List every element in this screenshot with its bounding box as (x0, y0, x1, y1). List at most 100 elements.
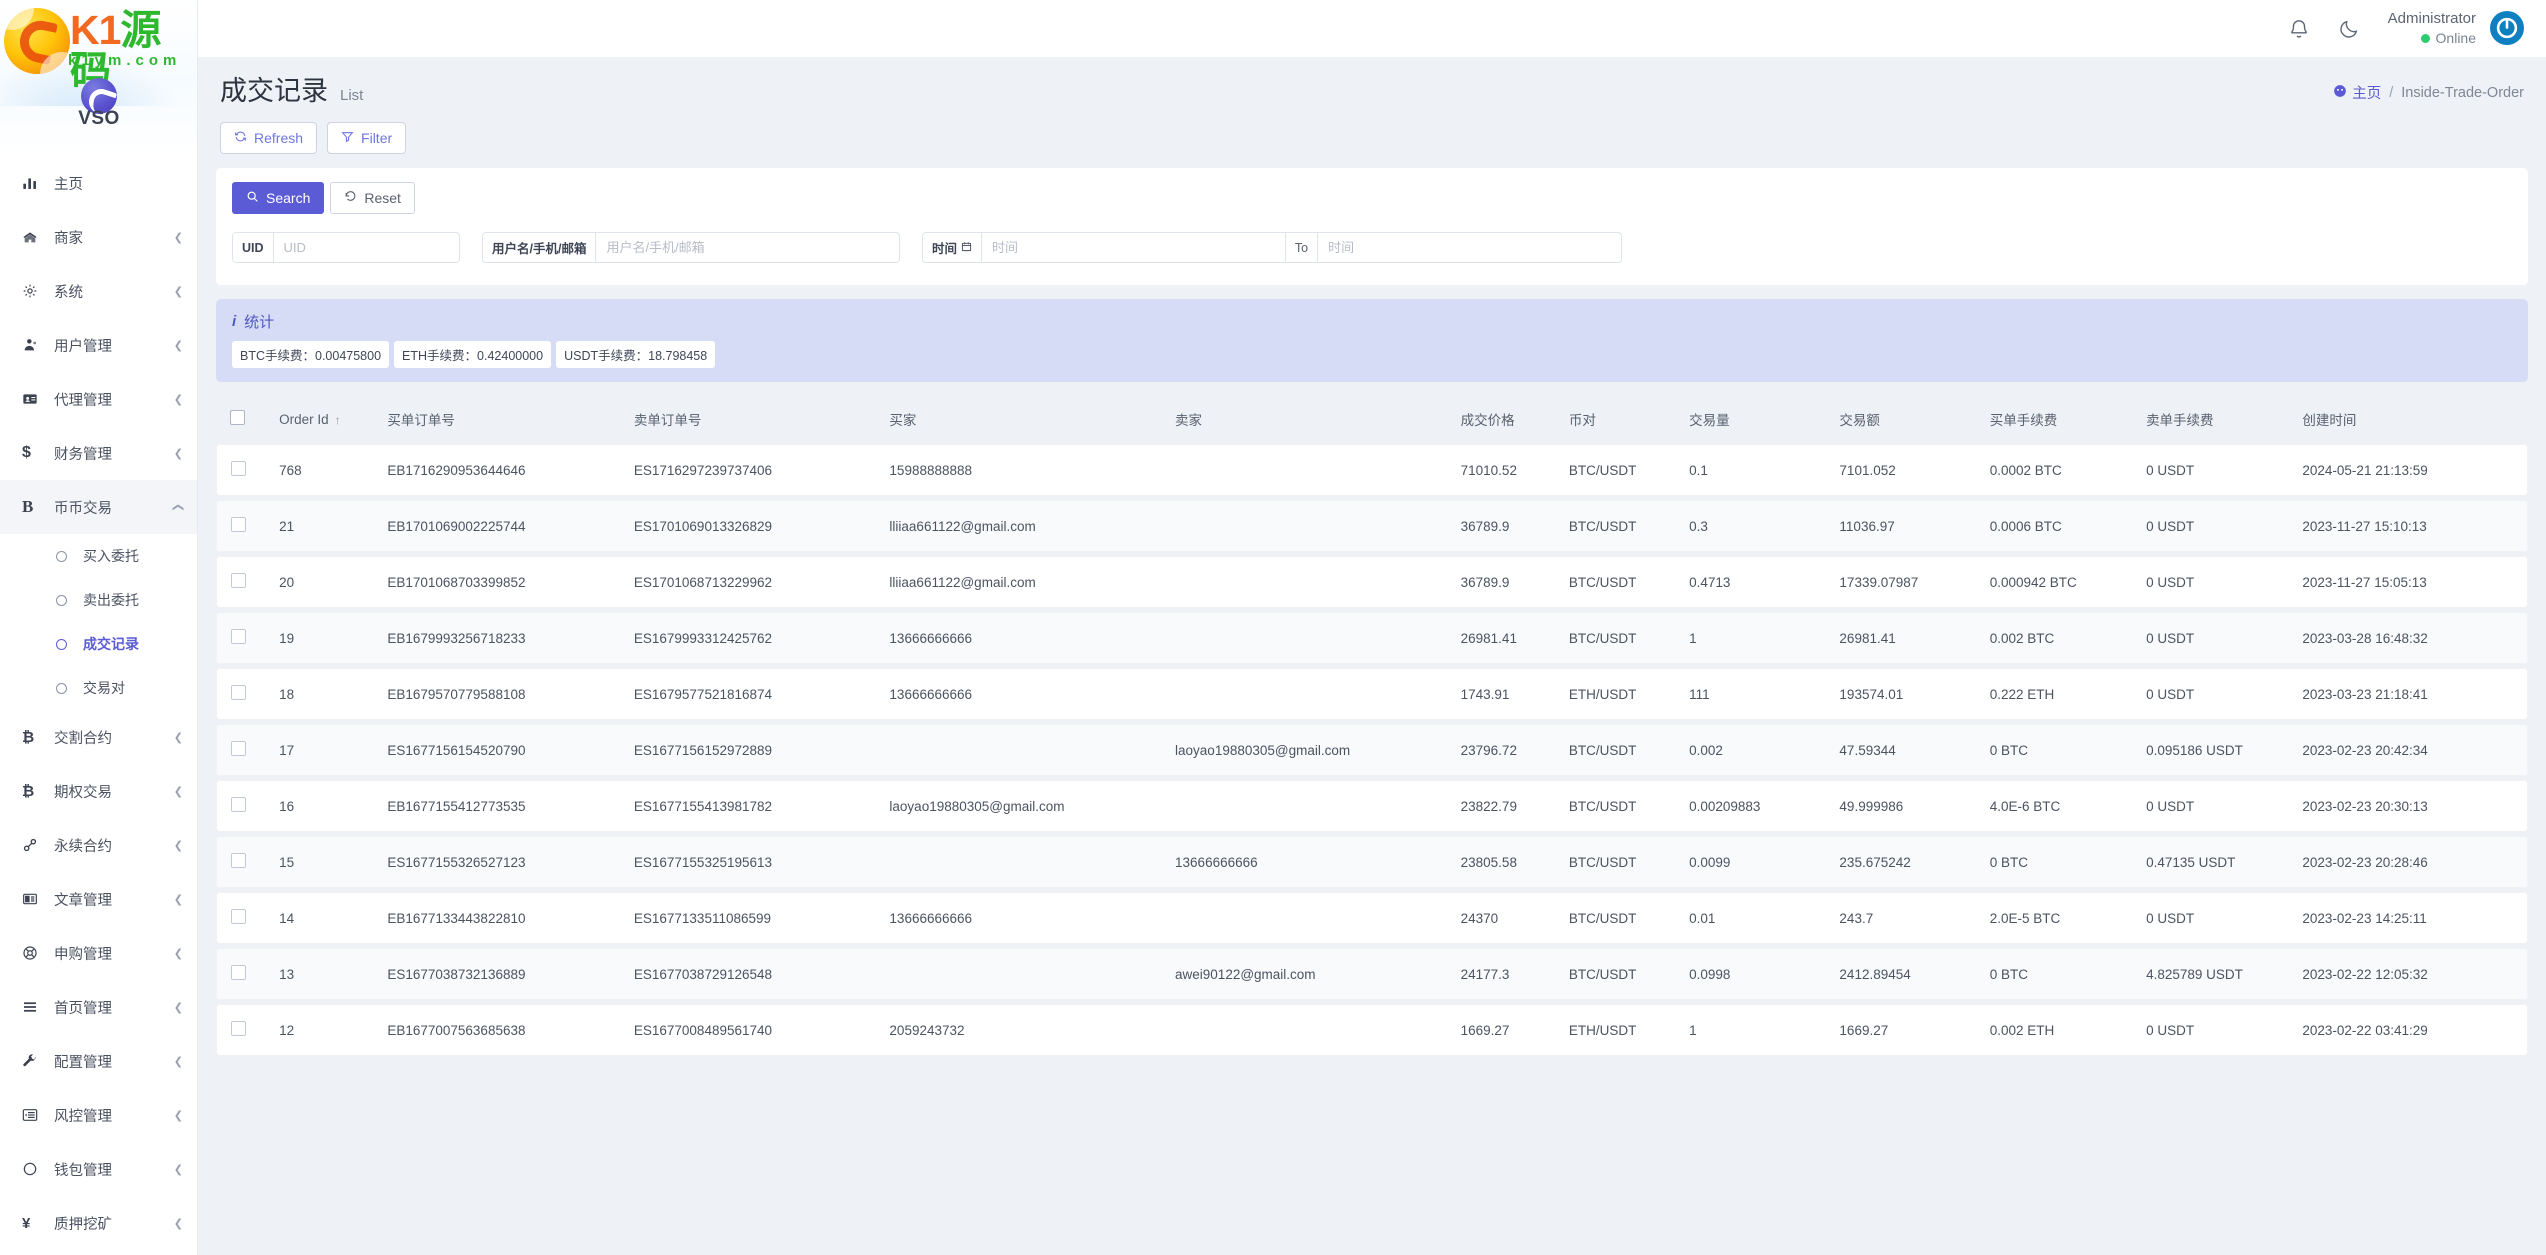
table-row[interactable]: 768EB1716290953644646ES17162972397374061… (216, 444, 2528, 496)
filter-button[interactable]: Filter (327, 122, 406, 154)
user-menu[interactable]: Administrator Online (2388, 9, 2524, 48)
page-title: 成交记录 (220, 69, 328, 108)
row-checkbox[interactable] (231, 573, 246, 588)
sidebar-item-home[interactable]: 主页 (0, 156, 197, 210)
username-input[interactable] (596, 233, 899, 262)
cell-volume: 0.0998 (1689, 948, 1839, 1000)
bell-icon[interactable] (2288, 18, 2310, 40)
table-row[interactable]: 17ES1677156154520790ES1677156152972889la… (216, 724, 2528, 776)
sidebar-item-subscription-management[interactable]: 申购管理 ❮ (0, 926, 197, 980)
sidebar-item-perpetual-contract[interactable]: 永续合约 ❮ (0, 818, 197, 872)
column-order-id[interactable]: Order Id ↑ (279, 400, 387, 440)
column-label: 交易量 (1689, 413, 1730, 428)
sidebar-item-article-management[interactable]: 文章管理 ❮ (0, 872, 197, 926)
cell-created-time: 2023-03-23 21:18:41 (2302, 668, 2528, 720)
cell-buy-fee: 0.000942 BTC (1990, 556, 2146, 608)
sidebar-item-homepage-management[interactable]: 首页管理 ❮ (0, 980, 197, 1034)
cell-sell-order-no: ES1677038729126548 (634, 948, 890, 1000)
reset-button[interactable]: Reset (330, 182, 415, 214)
cell-buy-order-no: EB1677133443822810 (387, 892, 634, 944)
cell-pair: ETH/USDT (1569, 668, 1689, 720)
sidebar-item-option-trade[interactable]: ₿ 期权交易 ❮ (0, 764, 197, 818)
cell-buy-order-no: ES1677155326527123 (387, 836, 634, 888)
sidebar-item-label: 币币交易 (54, 497, 112, 518)
row-checkbox[interactable] (231, 1021, 246, 1036)
sidebar-item-finance-management[interactable]: $ 财务管理 ❮ (0, 426, 197, 480)
table-row[interactable]: 19EB1679993256718233ES167999331242576213… (216, 612, 2528, 664)
row-checkbox[interactable] (231, 965, 246, 980)
sidebar-item-agent-management[interactable]: 代理管理 ❮ (0, 372, 197, 426)
sidebar-subitem-trading-pair[interactable]: 交易对 (0, 666, 197, 710)
store-icon (22, 229, 44, 245)
chevron-right-icon: ❮ (174, 1001, 183, 1014)
cell-seller (1175, 892, 1461, 944)
sidebar-item-staking-mining[interactable]: ¥ 质押挖矿 ❮ (0, 1196, 197, 1250)
cell-volume: 0.00209883 (1689, 780, 1839, 832)
sidebar-item-config-management[interactable]: 配置管理 ❮ (0, 1034, 197, 1088)
username-field[interactable]: 用户名/手机/邮箱 (482, 232, 900, 263)
sidebar-item-delivery-contract[interactable]: ₿ 交割合约 ❮ (0, 710, 197, 764)
table-row[interactable]: 12EB1677007563685638ES167700848956174020… (216, 1004, 2528, 1056)
sidebar-item-system[interactable]: 系统 ❮ (0, 264, 197, 318)
filter-fields: UID 用户名/手机/邮箱 时间 To (232, 232, 2512, 263)
row-checkbox[interactable] (231, 517, 246, 532)
sidebar-subitem-trade-record[interactable]: 成交记录 (0, 622, 197, 666)
cell-sell-fee: 0 USDT (2146, 892, 2302, 944)
cell-sell-order-no: ES1677133511086599 (634, 892, 890, 944)
uid-input[interactable] (274, 233, 459, 262)
column-buy-fee: 买单手续费 (1990, 400, 2146, 440)
sidebar-item-user-management[interactable]: 用户管理 ❮ (0, 318, 197, 372)
row-checkbox[interactable] (231, 461, 246, 476)
search-button[interactable]: Search (232, 182, 324, 214)
refresh-button[interactable]: Refresh (220, 122, 317, 154)
uid-field[interactable]: UID (232, 232, 460, 263)
cell-sell-fee: 0 USDT (2146, 444, 2302, 496)
main-content: 成交记录 List 主页 / Inside-Trade-Order Refres… (198, 57, 2546, 1255)
sidebar-subitem-buy-order[interactable]: 买入委托 (0, 534, 197, 578)
cell-price: 36789.9 (1461, 500, 1569, 552)
sidebar-item-coin-trade[interactable]: B 币币交易 ❮ (0, 480, 197, 534)
sidebar-item-label: 主页 (54, 173, 83, 194)
sidebar-item-risk-management[interactable]: 风控管理 ❮ (0, 1088, 197, 1142)
table-row[interactable]: 15ES1677155326527123ES167715532519561313… (216, 836, 2528, 888)
column-label: 买单手续费 (1990, 413, 2058, 428)
table-row[interactable]: 20EB1701068703399852ES1701068713229962ll… (216, 556, 2528, 608)
cell-volume: 0.0099 (1689, 836, 1839, 888)
moon-icon[interactable] (2338, 18, 2360, 40)
select-all-checkbox[interactable] (230, 410, 245, 425)
calendar-icon (961, 241, 972, 255)
row-checkbox[interactable] (231, 909, 246, 924)
brand-logo[interactable]: K1源码 k1ym.com VSO (0, 0, 198, 152)
row-checkbox[interactable] (231, 685, 246, 700)
table-row[interactable]: 21EB1701069002225744ES1701069013326829ll… (216, 500, 2528, 552)
sort-asc-icon[interactable]: ↑ (335, 413, 341, 427)
sidebar-item-label: 申购管理 (54, 943, 112, 964)
time-range-field[interactable]: 时间 To (922, 232, 1622, 263)
table-row[interactable]: 16EB1677155412773535ES1677155413981782la… (216, 780, 2528, 832)
filter-label: Filter (361, 130, 392, 146)
column-label: Order Id (279, 412, 329, 427)
username-label: 用户名/手机/邮箱 (483, 233, 596, 262)
statistics-banner: i 统计 BTC手续费：0.00475800 ETH手续费：0.42400000… (216, 299, 2528, 382)
table-row[interactable]: 18EB1679570779588108ES167957752181687413… (216, 668, 2528, 720)
cell-buy-fee: 2.0E-5 BTC (1990, 892, 2146, 944)
sidebar-item-merchant[interactable]: 商家 ❮ (0, 210, 197, 264)
table-row[interactable]: 13ES1677038732136889ES1677038729126548aw… (216, 948, 2528, 1000)
avatar[interactable] (2490, 11, 2524, 45)
table-row[interactable]: 14EB1677133443822810ES167713351108659913… (216, 892, 2528, 944)
time-to-input[interactable] (1318, 233, 1621, 262)
cell-order-id: 15 (279, 836, 387, 888)
row-checkbox[interactable] (231, 797, 246, 812)
stat-tag-eth-fee: ETH手续费：0.42400000 (394, 341, 551, 368)
sidebar-subitem-sell-order[interactable]: 卖出委托 (0, 578, 197, 622)
time-from-input[interactable] (982, 233, 1285, 262)
cell-buy-fee: 0.222 ETH (1990, 668, 2146, 720)
cell-amount: 193574.01 (1839, 668, 1989, 720)
sidebar-item-wallet-management[interactable]: 钱包管理 ❮ (0, 1142, 197, 1196)
row-checkbox[interactable] (231, 629, 246, 644)
row-checkbox[interactable] (231, 853, 246, 868)
cell-pair: BTC/USDT (1569, 612, 1689, 664)
row-checkbox[interactable] (231, 741, 246, 756)
cell-buy-fee: 0 BTC (1990, 836, 2146, 888)
breadcrumb-home[interactable]: 主页 (2333, 82, 2381, 103)
